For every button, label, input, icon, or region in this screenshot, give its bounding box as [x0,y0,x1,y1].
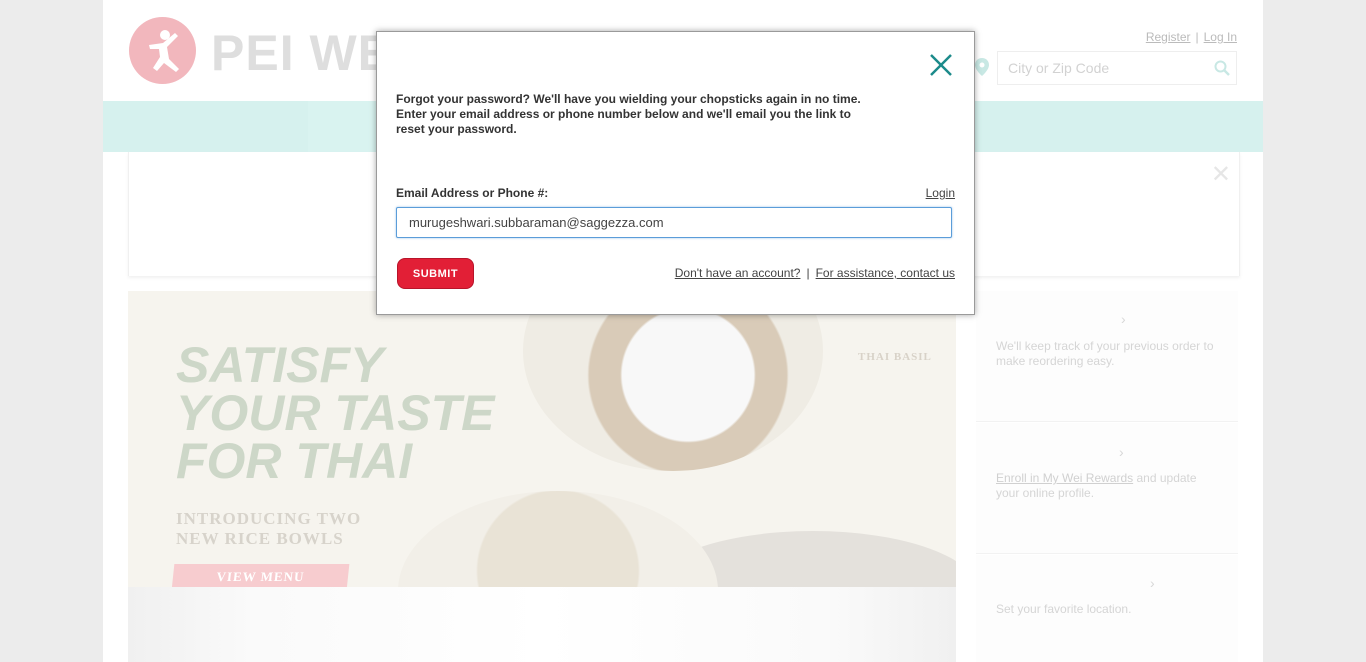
forgot-password-modal: Forgot your password? We'll have you wie… [376,31,975,315]
modal-message: Forgot your password? We'll have you wie… [396,92,861,136]
submit-button[interactable]: SUBMIT [397,258,474,289]
footer-separator: | [806,266,810,280]
login-link[interactable]: Login [926,186,955,200]
close-icon[interactable] [928,52,954,78]
no-account-link[interactable]: Don't have an account? [675,266,801,280]
email-or-phone-input[interactable] [396,207,952,238]
modal-footer-links: Don't have an account? | For assistance, c… [675,266,955,280]
contact-us-link[interactable]: For assistance, contact us [816,266,955,280]
email-field-label: Email Address or Phone #: [396,186,549,200]
